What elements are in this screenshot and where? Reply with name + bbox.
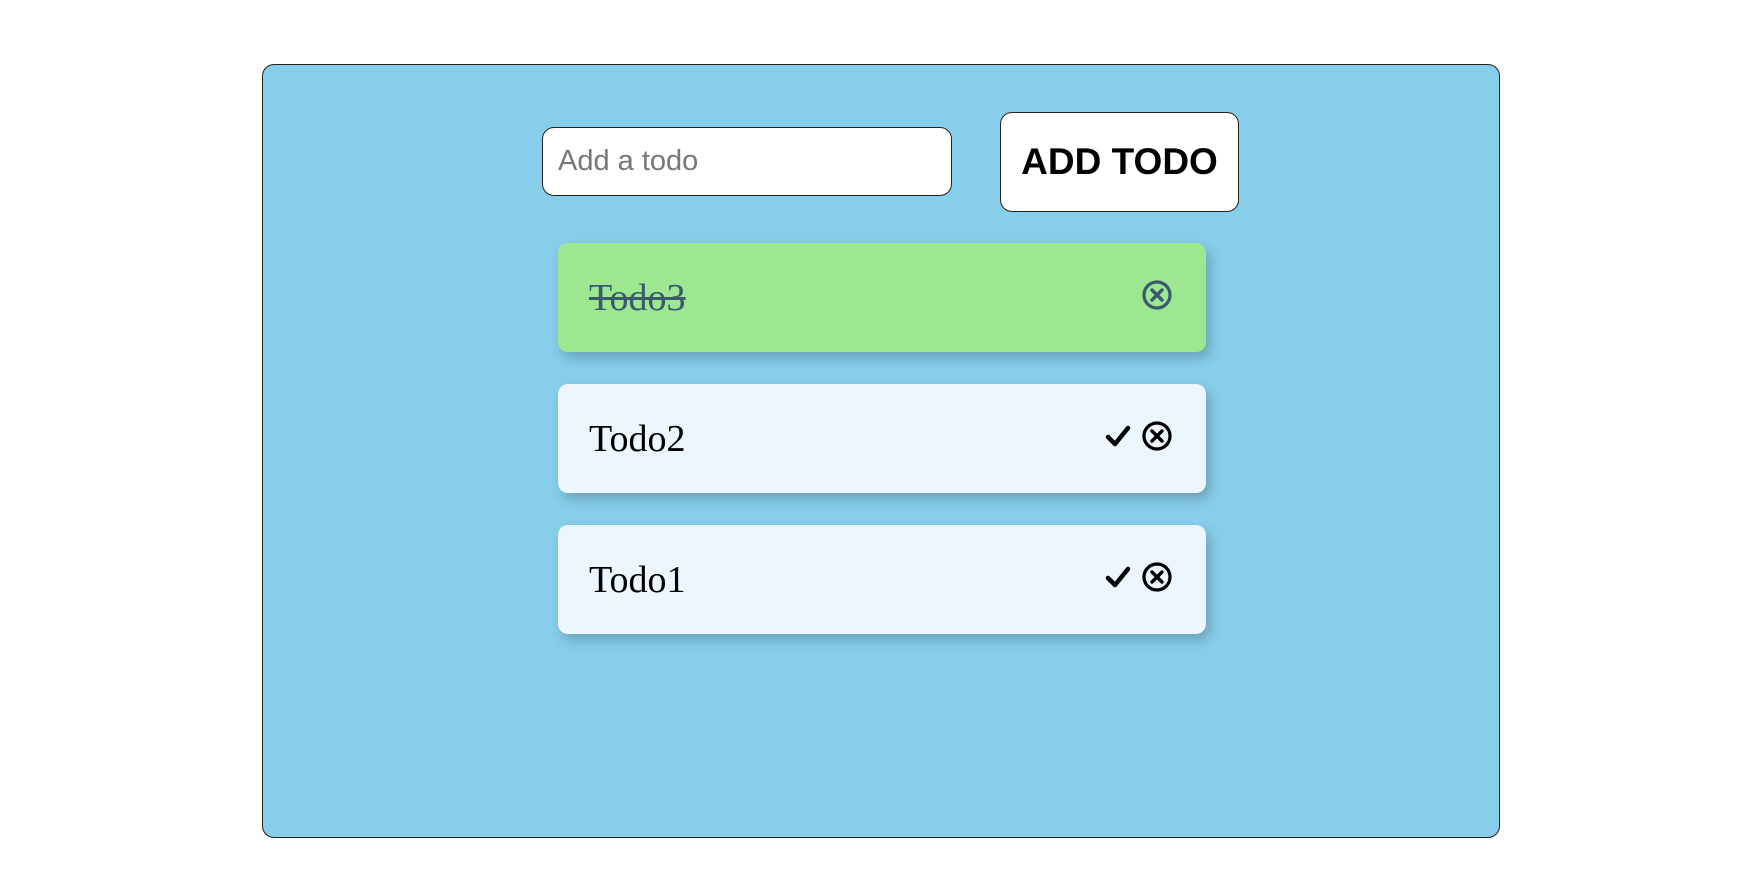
check-icon[interactable] (1105, 423, 1131, 449)
check-icon[interactable] (1105, 564, 1131, 590)
todo-text: Todo2 (589, 417, 686, 460)
todo-text: Todo1 (589, 558, 686, 601)
close-circle-icon[interactable] (1141, 279, 1173, 311)
todo-app-panel: ADD TODO Todo3 Todo2 (262, 64, 1500, 838)
todo-item: Todo3 (558, 243, 1206, 352)
todo-list: Todo3 Todo2 Todo1 (558, 243, 1206, 666)
todo-text: Todo3 (589, 276, 686, 319)
todo-actions (1105, 420, 1173, 452)
close-circle-icon[interactable] (1141, 420, 1173, 452)
todo-actions (1141, 279, 1173, 311)
todo-item: Todo2 (558, 384, 1206, 493)
close-circle-icon[interactable] (1141, 561, 1173, 593)
todo-item: Todo1 (558, 525, 1206, 634)
todo-actions (1105, 561, 1173, 593)
add-todo-button[interactable]: ADD TODO (1000, 112, 1239, 212)
todo-input[interactable] (542, 127, 952, 196)
add-todo-form: ADD TODO (263, 65, 1499, 225)
